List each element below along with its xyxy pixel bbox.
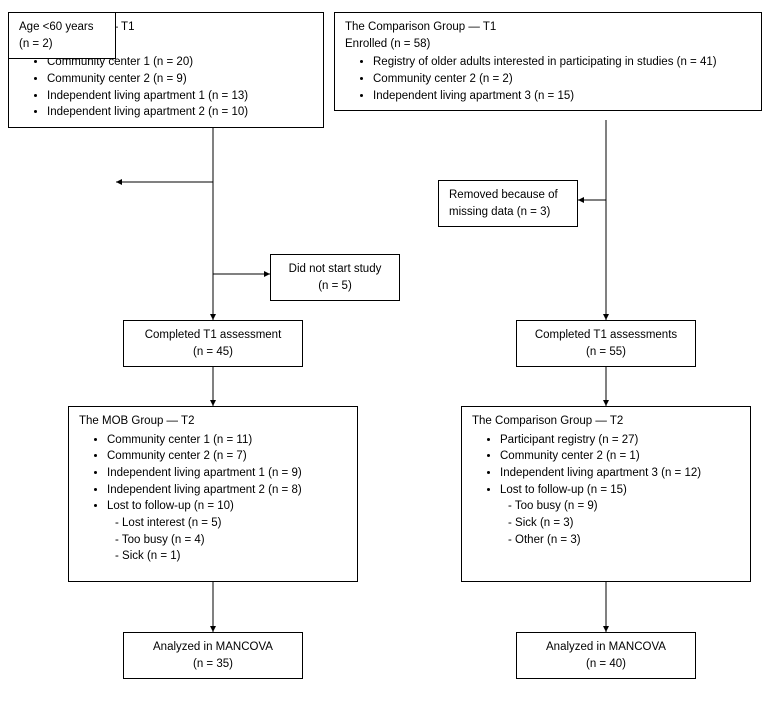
mob-an-l2: (n = 35) <box>134 656 292 673</box>
missing-l2: missing data (n = 3) <box>449 204 567 221</box>
mob-completed-t1-box: Completed T1 assessment (n = 45) <box>123 320 303 367</box>
mob-t1-list: Community center 1 (n = 20) Community ce… <box>19 54 313 121</box>
comp-an-l1: Analyzed in MANCOVA <box>527 639 685 656</box>
mob-t2-sub: Lost interest (n = 5) <box>115 515 347 532</box>
comp-t1-enrolled: Enrolled (n = 58) <box>345 36 751 53</box>
mob-t1-item: Independent living apartment 2 (n = 10) <box>47 104 313 121</box>
comp-t1-list: Registry of older adults interested in p… <box>345 54 751 104</box>
comp-t2-box: The Comparison Group — T2 Participant re… <box>461 406 751 582</box>
missing-data-box: Removed because of missing data (n = 3) <box>438 180 578 227</box>
comp-t2-sub: Other (n = 3) <box>508 532 740 549</box>
mob-t2-box: The MOB Group — T2 Community center 1 (n… <box>68 406 358 582</box>
dns-l1: Did not start study <box>281 261 389 278</box>
mob-t2-item: Independent living apartment 2 (n = 8) <box>107 482 347 499</box>
comp-t2-sub: Too busy (n = 9) <box>508 498 740 515</box>
comp-c-t1-l2: (n = 55) <box>527 344 685 361</box>
mob-t2-item: Community center 2 (n = 7) <box>107 448 347 465</box>
mob-t2-sub: Too busy (n = 4) <box>115 532 347 549</box>
comp-t1-item: Community center 2 (n = 2) <box>373 71 751 88</box>
mob-an-l1: Analyzed in MANCOVA <box>134 639 292 656</box>
comp-t1-item: Registry of older adults interested in p… <box>373 54 751 71</box>
mob-t2-item: Community center 1 (n = 11) <box>107 432 347 449</box>
comp-t1-title: The Comparison Group — T1 <box>345 19 751 36</box>
did-not-start-box: Did not start study (n = 5) <box>270 254 400 301</box>
mob-t2-item: Lost to follow-up (n = 10) <box>107 498 347 515</box>
age-exclusion-box: Age <60 years (n = 2) <box>8 12 116 59</box>
mob-t2-list: Community center 1 (n = 11) Community ce… <box>79 432 347 515</box>
mob-t2-title: The MOB Group — T2 <box>79 413 347 430</box>
comp-t2-item: Independent living apartment 3 (n = 12) <box>500 465 740 482</box>
age-excl-l2: (n = 2) <box>19 36 105 53</box>
mob-analyzed-box: Analyzed in MANCOVA (n = 35) <box>123 632 303 679</box>
comp-an-l2: (n = 40) <box>527 656 685 673</box>
comp-c-t1-l1: Completed T1 assessments <box>527 327 685 344</box>
comp-t2-item: Participant registry (n = 27) <box>500 432 740 449</box>
comp-completed-t1-box: Completed T1 assessments (n = 55) <box>516 320 696 367</box>
missing-l1: Removed because of <box>449 187 567 204</box>
comp-t2-list: Participant registry (n = 27) Community … <box>472 432 740 499</box>
comp-t1-item: Independent living apartment 3 (n = 15) <box>373 88 751 105</box>
mob-c-t1-l1: Completed T1 assessment <box>134 327 292 344</box>
flow-diagram: The MOB Group — T1 Enrolled (n = 52) Com… <box>8 12 763 692</box>
comp-t1-box: The Comparison Group — T1 Enrolled (n = … <box>334 12 762 111</box>
comp-t2-title: The Comparison Group — T2 <box>472 413 740 430</box>
mob-t2-sublist: Lost interest (n = 5) Too busy (n = 4) S… <box>115 515 347 565</box>
age-excl-l1: Age <60 years <box>19 19 105 36</box>
comp-analyzed-box: Analyzed in MANCOVA (n = 40) <box>516 632 696 679</box>
mob-t1-item: Independent living apartment 1 (n = 13) <box>47 88 313 105</box>
mob-t2-sub: Sick (n = 1) <box>115 548 347 565</box>
mob-t2-item: Independent living apartment 1 (n = 9) <box>107 465 347 482</box>
mob-c-t1-l2: (n = 45) <box>134 344 292 361</box>
comp-t2-item: Lost to follow-up (n = 15) <box>500 482 740 499</box>
comp-t2-sub: Sick (n = 3) <box>508 515 740 532</box>
mob-t1-item: Community center 2 (n = 9) <box>47 71 313 88</box>
comp-t2-sublist: Too busy (n = 9) Sick (n = 3) Other (n =… <box>508 498 740 548</box>
dns-l2: (n = 5) <box>281 278 389 295</box>
comp-t2-item: Community center 2 (n = 1) <box>500 448 740 465</box>
